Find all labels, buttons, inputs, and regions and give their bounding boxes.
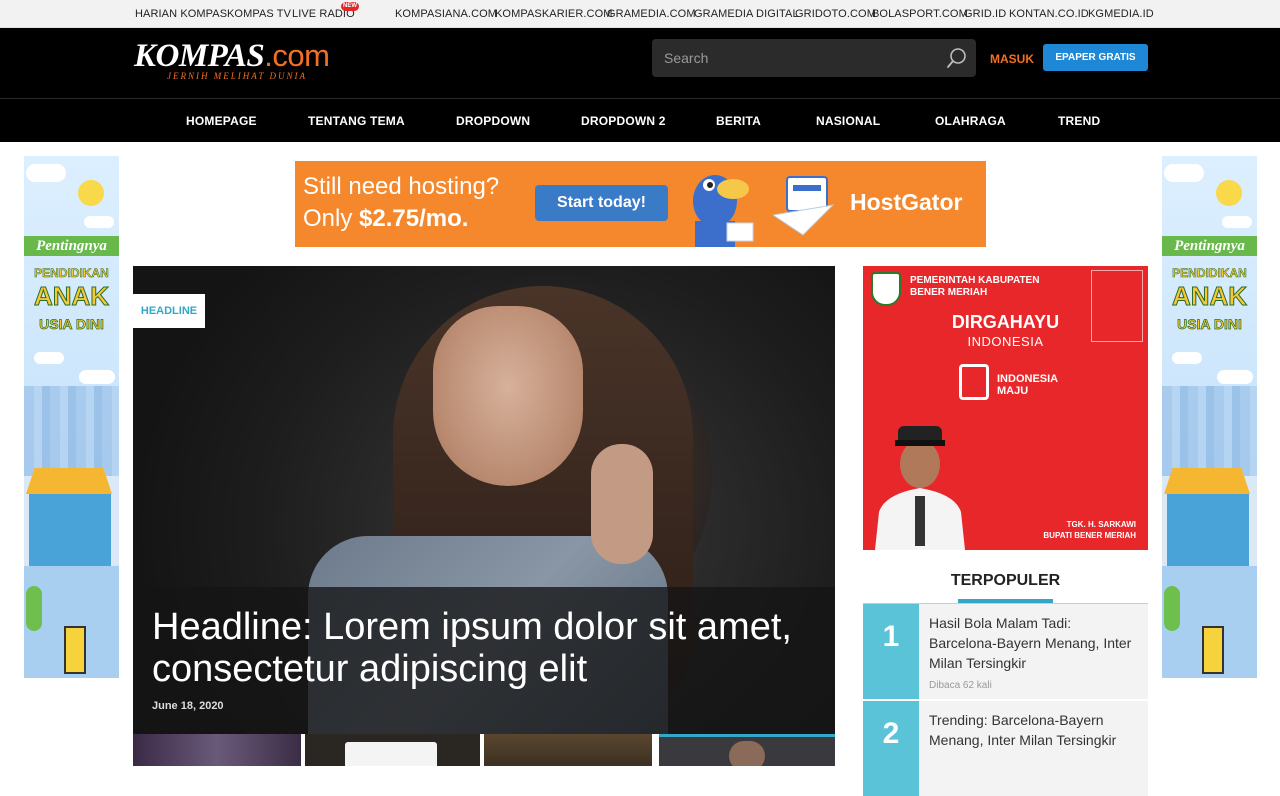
ad-line-2: PENDIDIKAN	[34, 266, 109, 281]
logo-wordmark: KOMPAS.com	[134, 38, 330, 74]
indonesia-maju-text: INDONESIA MAJU	[997, 373, 1059, 397]
topbar-link-gramedia-digital[interactable]: GRAMEDIA DIGITAL	[694, 8, 799, 20]
nav-item-trend[interactable]: TREND	[1058, 114, 1100, 128]
official-name: TGK. H. SARKAWI BUPATI BENER MERIAH	[1043, 520, 1136, 540]
nav-item-homepage[interactable]: HOMEPAGE	[186, 114, 257, 128]
popular-rank: 1	[863, 604, 919, 699]
right-side-ad[interactable]: Pentingnya PENDIDIKAN ANAK USIA DINI	[1162, 156, 1257, 678]
banner-cta-button[interactable]: Start today!	[535, 185, 668, 221]
ad-line-3: ANAK	[1171, 281, 1248, 312]
topbar-link-kompas-tv[interactable]: KOMPAS TV	[227, 8, 291, 20]
ad-subtitle: INDONESIA	[967, 334, 1044, 349]
headline-title[interactable]: Headline: Lorem ipsum dolor sit amet, co…	[152, 606, 822, 690]
popular-section-title: TERPOPULER	[950, 572, 1061, 589]
headline-category-tag[interactable]: HEADLINE	[133, 294, 205, 328]
nav-item-olahraga[interactable]: OLAHRAGA	[935, 114, 1006, 128]
official-portrait	[875, 426, 965, 550]
banner-line-1: Still need hosting?	[303, 173, 500, 200]
topbar-link-grid[interactable]: GRID.ID	[964, 8, 1006, 20]
nav-item-dropdown-2[interactable]: DROPDOWN 2	[581, 114, 666, 128]
door-illustration	[1202, 626, 1224, 674]
nav-item-dropdown[interactable]: DROPDOWN	[456, 114, 530, 128]
thumbnail-2[interactable]	[305, 734, 480, 766]
login-link[interactable]: MASUK	[990, 52, 1034, 66]
ad-line-2: PENDIDIKAN	[1172, 266, 1247, 281]
ad-line-1: Pentingnya	[1162, 236, 1257, 256]
thumbnail-4[interactable]	[659, 734, 835, 766]
popular-item-reads: Dibaca 62 kali	[929, 680, 992, 691]
site-logo[interactable]: KOMPAS.com JERNIH MELIHAT DUNIA	[134, 38, 330, 81]
ad-line-4: USIA DINI	[39, 316, 105, 333]
ad-line-4: USIA DINI	[1177, 316, 1243, 333]
site-header: KOMPAS.com JERNIH MELIHAT DUNIA MASUK EP…	[0, 28, 1280, 98]
new-badge: NEW	[341, 2, 359, 11]
topbar-link-kompaskarier[interactable]: KOMPASKARIER.COM	[495, 8, 613, 20]
topbar-link-kompasiana[interactable]: KOMPASIANA.COM	[395, 8, 497, 20]
thumbnail-1[interactable]	[133, 734, 301, 766]
ad-line-1: Pentingnya	[24, 236, 119, 256]
door-illustration	[64, 626, 86, 674]
popular-item[interactable]: 1 Hasil Bola Malam Tadi: Barcelona-Bayer…	[863, 604, 1148, 699]
nav-item-tentang-tema[interactable]: TENTANG TEMA	[308, 114, 405, 128]
network-topbar: HARIAN KOMPAS KOMPAS TV LIVE RADIO NEW K…	[0, 0, 1280, 28]
gator-mascot-icon	[693, 175, 754, 247]
search-input[interactable]	[652, 39, 932, 77]
regency-crest-icon	[871, 272, 901, 306]
seventy-five-emblem-icon	[959, 364, 989, 400]
paper-plane-icon	[773, 176, 835, 236]
search-icon[interactable]	[946, 47, 968, 69]
hosting-banner-ad[interactable]: Still need hosting? Only $2.75/mo. Start…	[295, 161, 986, 247]
topbar-link-gramedia[interactable]: GRAMEDIA.COM	[607, 8, 696, 20]
topbar-link-bolasport[interactable]: BOLASPORT.COM	[872, 8, 968, 20]
ad-government-name: PEMERINTAH KABUPATEN BENER MERIAH	[910, 275, 1040, 298]
nav-item-nasional[interactable]: NASIONAL	[816, 114, 880, 128]
topbar-link-gridoto[interactable]: GRIDOTO.COM	[795, 8, 876, 20]
sun-illustration	[1216, 180, 1242, 206]
regional-government-ad[interactable]: PEMERINTAH KABUPATEN BENER MERIAH DIRGAHA…	[863, 266, 1148, 550]
nav-item-berita[interactable]: BERITA	[716, 114, 761, 128]
topbar-link-kgmedia[interactable]: KGMEDIA.ID	[1088, 8, 1154, 20]
left-side-ad[interactable]: Pentingnya PENDIDIKAN ANAK USIA DINI	[24, 156, 119, 678]
logo-tagline: JERNIH MELIHAT DUNIA	[167, 71, 307, 81]
epaper-button[interactable]: EPAPER GRATIS	[1043, 44, 1148, 71]
sun-illustration	[78, 180, 104, 206]
search-box	[652, 39, 976, 77]
ad-line-3: ANAK	[33, 281, 110, 312]
topbar-link-harian-kompas[interactable]: HARIAN KOMPAS	[135, 8, 227, 20]
topbar-link-kontan[interactable]: KONTAN.CO.ID	[1009, 8, 1089, 20]
banner-line-2: Only $2.75/mo.	[303, 205, 469, 232]
main-nav: HOMEPAGE TENTANG TEMA DROPDOWN DROPDOWN …	[0, 98, 1280, 142]
popular-rank: 2	[863, 701, 919, 796]
banner-brand: HostGator	[850, 189, 963, 215]
thumbnail-3[interactable]	[484, 734, 652, 766]
ad-title: DIRGAHAYU	[951, 312, 1060, 332]
popular-item-title[interactable]: Hasil Bola Malam Tadi: Barcelona-Bayern …	[929, 613, 1141, 673]
popular-item[interactable]: 2 Trending: Barcelona-Bayern Menang, Int…	[863, 701, 1148, 796]
popular-item-title[interactable]: Trending: Barcelona-Bayern Menang, Inter…	[929, 710, 1141, 750]
headline-date: June 18, 2020	[152, 700, 224, 712]
